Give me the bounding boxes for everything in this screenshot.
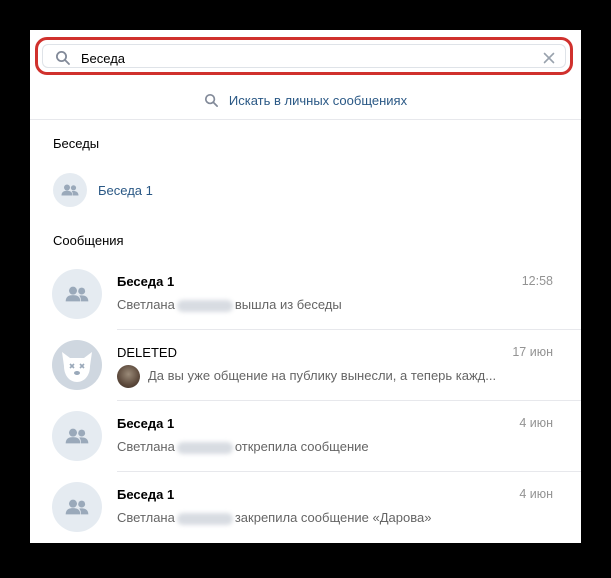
group-icon xyxy=(61,184,79,196)
blurred-surname xyxy=(176,512,233,525)
avatar xyxy=(52,269,102,319)
message-title: Беседа 1 xyxy=(117,416,175,431)
search-value: Беседа xyxy=(81,51,126,66)
avatar xyxy=(52,482,102,532)
messages-panel: Беседа Искать в личных сообщениях Беседы… xyxy=(30,30,581,543)
chat-result-item[interactable]: Беседа 1 xyxy=(53,172,253,208)
message-preview: Да вы уже общение на публику вынесли, а … xyxy=(117,365,496,388)
message-time: 4 июн xyxy=(519,487,553,501)
message-item[interactable]: DELETED 17 июн Да вы уже общение на публ… xyxy=(30,331,581,401)
avatar xyxy=(53,173,87,207)
search-icon xyxy=(56,51,70,65)
search-in-private-messages-label: Искать в личных сообщениях xyxy=(228,92,408,108)
message-item[interactable]: Беседа 1 12:58 Светлана вышла из беседы xyxy=(30,260,581,330)
message-item[interactable]: Беседа 1 4 июн Светлана закрепила сообщен… xyxy=(30,473,581,543)
message-time: 12:58 xyxy=(521,274,553,288)
close-icon[interactable] xyxy=(541,50,557,66)
row-divider xyxy=(117,471,581,472)
blurred-surname xyxy=(176,299,233,312)
message-preview: Светлана закрепила сообщение «Дарова» xyxy=(117,510,432,525)
search-icon xyxy=(204,93,218,107)
deleted-dog-icon xyxy=(62,352,92,382)
message-item[interactable]: Беседа 1 4 июн Светлана открепила сообщен… xyxy=(30,402,581,472)
message-time: 17 июн xyxy=(512,345,553,359)
section-title-messages: Сообщения xyxy=(53,233,124,248)
group-icon xyxy=(65,286,89,302)
chat-name: Беседа 1 xyxy=(98,182,153,198)
avatar xyxy=(52,411,102,461)
message-time: 4 июн xyxy=(519,416,553,430)
blurred-surname xyxy=(176,441,233,454)
row-divider xyxy=(117,400,581,401)
divider xyxy=(30,119,581,120)
row-divider xyxy=(117,329,581,330)
section-title-chats: Беседы xyxy=(53,136,100,151)
group-icon xyxy=(65,499,89,515)
message-title: Беседа 1 xyxy=(117,487,175,502)
sender-avatar xyxy=(117,365,140,388)
avatar xyxy=(52,340,102,390)
message-preview: Светлана вышла из беседы xyxy=(117,297,342,312)
message-title: Беседа 1 xyxy=(117,274,175,289)
message-title: DELETED xyxy=(117,345,177,360)
search-highlight: Беседа xyxy=(35,37,573,75)
search-in-private-messages-link[interactable]: Искать в личных сообщениях xyxy=(30,88,581,112)
search-input[interactable]: Беседа xyxy=(42,44,566,68)
message-preview: Светлана открепила сообщение xyxy=(117,439,369,454)
group-icon xyxy=(65,428,89,444)
